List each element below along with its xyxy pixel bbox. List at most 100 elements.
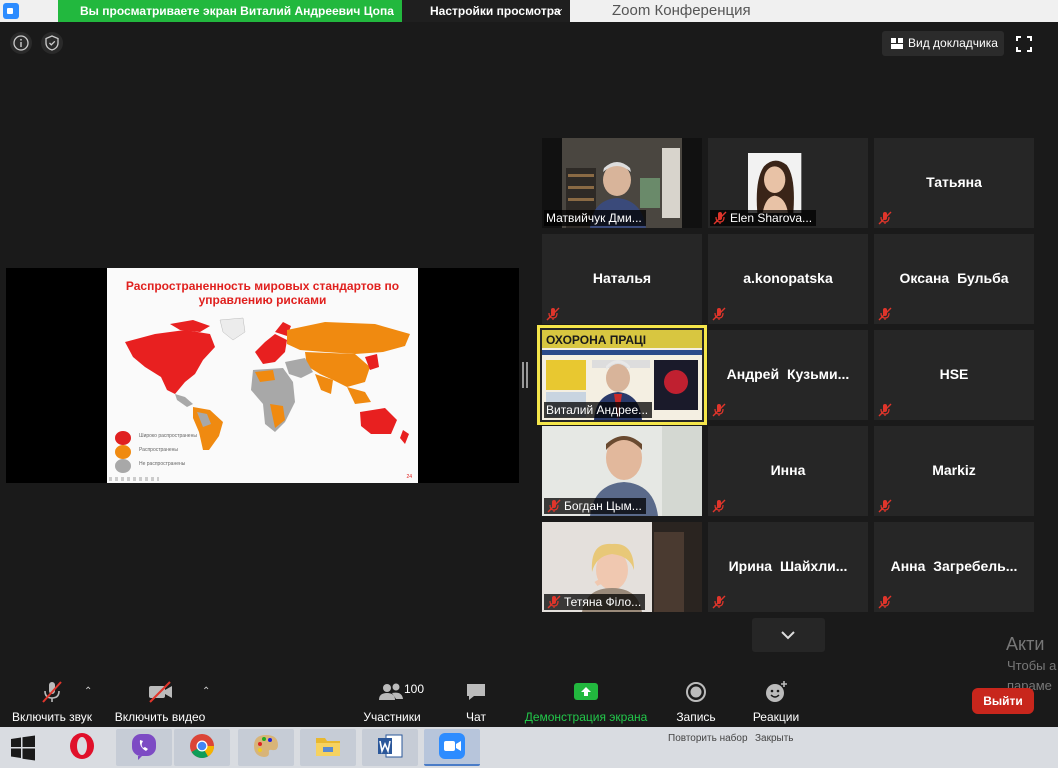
muted-mic-icon [878, 499, 892, 513]
activation-watermark-text: Чтобы а [1007, 658, 1057, 673]
active-speaker-tile[interactable]: ОХОРОНА ПРАЦІ Виталий Андрее... [537, 325, 707, 425]
tray-close-text[interactable]: Закрыть [755, 733, 794, 744]
windows-taskbar [0, 727, 1058, 768]
participant-tile[interactable]: Markiz [874, 426, 1034, 516]
legend-row-rare: Не распространены [115, 459, 315, 473]
meeting-info-icon[interactable] [10, 32, 32, 54]
video-options-caret-icon[interactable]: ⌃ [202, 686, 210, 697]
window-title: Zoom Конференция [612, 2, 751, 19]
participant-name: HSE [939, 366, 969, 382]
zoom-window: Вы просматриваете экран Виталий Андрееви… [0, 0, 1058, 768]
participant-tile[interactable]: Богдан Цым... [542, 426, 702, 516]
view-options-label: Настройки просмотра [430, 4, 561, 18]
unmute-button[interactable]: Включить звук [8, 680, 96, 724]
muted-mic-icon [878, 595, 892, 609]
muted-mic-icon [878, 211, 892, 225]
participant-name-label: Богдан Цым... [544, 498, 646, 514]
participant-tile[interactable]: Тетяна Філо... [542, 522, 702, 612]
activation-watermark-title: Акти [1006, 634, 1045, 654]
view-options-button[interactable]: Настройки просмотра ⌵ [402, 0, 570, 22]
share-screen-label: Демонстрация экрана [524, 710, 648, 724]
slide-title: Распространенность мировых стандартов по… [125, 279, 400, 307]
record-label: Запись [676, 710, 716, 724]
participant-name: Ирина Шайхли... [728, 558, 848, 574]
participant-name: Тетяна Філо... [564, 595, 642, 609]
legend-dot-gray [115, 459, 131, 473]
tray-redial-text[interactable]: Повторить набор [668, 733, 748, 744]
presentation-slide: Распространенность мировых стандартов по… [107, 268, 418, 483]
participant-name: Наталья [592, 270, 652, 286]
panel-splitter-handle[interactable] [522, 362, 528, 388]
participant-name: a.konopatska [743, 270, 833, 286]
legend-label: Распространены [139, 447, 178, 453]
participant-name: Markiz [932, 462, 976, 478]
legend-row-common: Распространены [115, 445, 315, 459]
taskbar-paint[interactable] [238, 729, 294, 766]
participant-name: Анна Загребель... [890, 558, 1018, 574]
share-screen-button[interactable]: Демонстрация экрана [522, 680, 650, 724]
audio-options-caret-icon[interactable]: ⌃ [84, 686, 92, 697]
participant-name: Андрей Кузьми... [726, 366, 850, 382]
next-page-button[interactable] [752, 618, 825, 652]
participant-tile[interactable]: HSE [874, 330, 1034, 420]
participant-tile[interactable]: Матвийчук Дми... [542, 138, 702, 228]
zoom-icon [439, 733, 465, 759]
fullscreen-icon[interactable] [1016, 36, 1032, 52]
legend-dot-orange [115, 445, 131, 459]
record-button[interactable]: Запись [670, 680, 722, 724]
taskbar-viber[interactable] [116, 729, 172, 766]
taskbar-file-explorer[interactable] [300, 729, 356, 766]
chevron-down-icon [781, 631, 795, 640]
participant-name: Elen Sharova... [730, 211, 813, 225]
legend-label: Не распространены [139, 461, 186, 467]
muted-mic-icon [546, 307, 560, 321]
shared-screen[interactable]: Распространенность мировых стандартов по… [6, 268, 519, 483]
zoom-app-icon [3, 3, 19, 19]
start-video-button[interactable]: Включить видео [112, 680, 208, 724]
participant-tile[interactable]: Андрей Кузьми... [708, 330, 868, 420]
muted-mic-icon [712, 595, 726, 609]
participant-name-label: Виталий Андрее... [544, 402, 653, 418]
participant-tile[interactable]: Инна [708, 426, 868, 516]
muted-mic-icon [42, 681, 62, 703]
participants-button[interactable]: 100 Участники [358, 680, 426, 724]
muted-mic-icon [713, 211, 727, 225]
chevron-down-icon: ⌵ [554, 5, 562, 16]
chat-button[interactable]: Чат [452, 680, 500, 724]
folder-icon [316, 738, 340, 756]
participant-name: Татьяна [926, 174, 982, 190]
muted-mic-icon [547, 595, 561, 609]
security-shield-icon[interactable] [41, 32, 63, 54]
participants-count: 100 [404, 682, 425, 696]
participant-tile[interactable]: a.konopatska [708, 234, 868, 324]
muted-mic-icon [712, 499, 726, 513]
leave-meeting-button[interactable]: Выйти [972, 688, 1034, 714]
participants-icon [379, 683, 403, 700]
participant-tile[interactable]: Татьяна [874, 138, 1034, 228]
reactions-button[interactable]: Реакции [748, 680, 804, 724]
start-video-label: Включить видео [114, 710, 206, 724]
participant-name: Инна [770, 462, 806, 478]
taskbar-zoom[interactable] [424, 729, 480, 766]
participant-tile[interactable]: Анна Загребель... [874, 522, 1034, 612]
taskbar-opera[interactable] [54, 729, 110, 766]
participant-tile[interactable]: Наталья [542, 234, 702, 324]
muted-mic-icon [712, 307, 726, 321]
participant-tile[interactable]: Elen Sharova... [708, 138, 868, 228]
taskbar-chrome[interactable] [174, 729, 230, 766]
taskbar-word[interactable] [362, 729, 418, 766]
legend-dot-red [115, 431, 131, 445]
start-button[interactable] [2, 729, 46, 766]
viber-icon [132, 734, 156, 760]
chat-bubble-icon [467, 684, 485, 700]
title-bar: Вы просматриваете экран Виталий Андрееви… [0, 0, 1058, 22]
record-icon [686, 682, 706, 702]
participant-tile[interactable]: Оксана Бульба [874, 234, 1034, 324]
participants-icon-wrap: 100 [358, 680, 426, 704]
newspaper-masthead: ОХОРОНА ПРАЦІ [546, 333, 646, 347]
participant-tile[interactable]: Ирина Шайхли... [708, 522, 868, 612]
add-reaction-icon [766, 681, 787, 702]
screen-share-banner: Вы просматриваете экран Виталий Андрееви… [58, 0, 402, 22]
participants-label: Участники [363, 710, 421, 724]
speaker-view-button[interactable]: Вид докладчика [882, 31, 1004, 56]
